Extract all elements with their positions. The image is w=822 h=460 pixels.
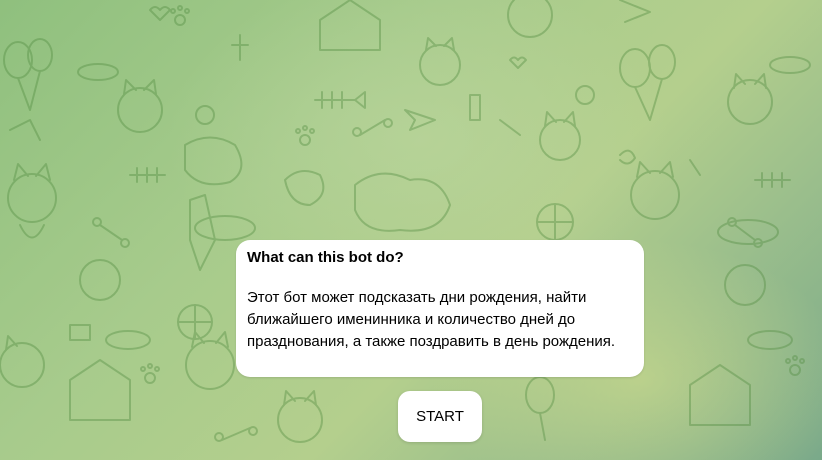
paper-plane-doodles bbox=[404, 0, 651, 131]
start-button[interactable]: START bbox=[398, 391, 482, 442]
chat-background: What can this bot do? Этот бот может под… bbox=[0, 0, 822, 460]
bot-info-description: Этот бот может подсказать дни рождения, … bbox=[247, 289, 616, 350]
bot-info-title: What can this bot do? bbox=[247, 249, 404, 266]
bot-info-card: What can this bot do? Этот бот может под… bbox=[236, 240, 644, 377]
fish-bone-doodles bbox=[129, 91, 791, 188]
